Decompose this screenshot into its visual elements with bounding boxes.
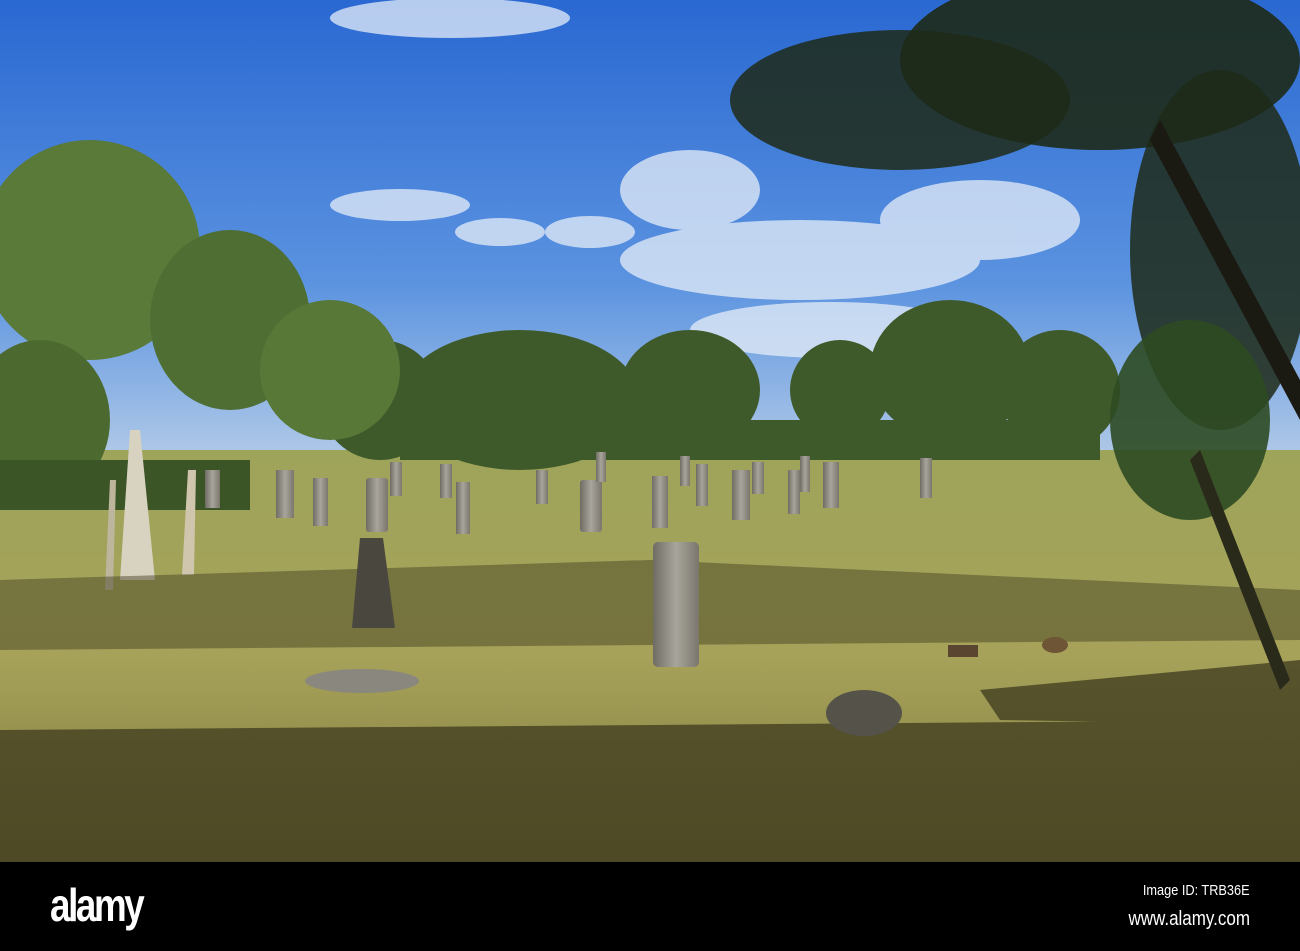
alamy-logo: alamy: [50, 879, 145, 931]
website-link[interactable]: www.alamy.com: [1128, 908, 1250, 931]
photo-stage: alamy Image ID: TRB36E www.alamy.com: [0, 0, 1300, 951]
image-id-text: Image ID: TRB36E: [1143, 882, 1250, 899]
watermark-bar: alamy Image ID: TRB36E www.alamy.com: [0, 862, 1300, 951]
standing-stones-photo: [0, 0, 1300, 862]
